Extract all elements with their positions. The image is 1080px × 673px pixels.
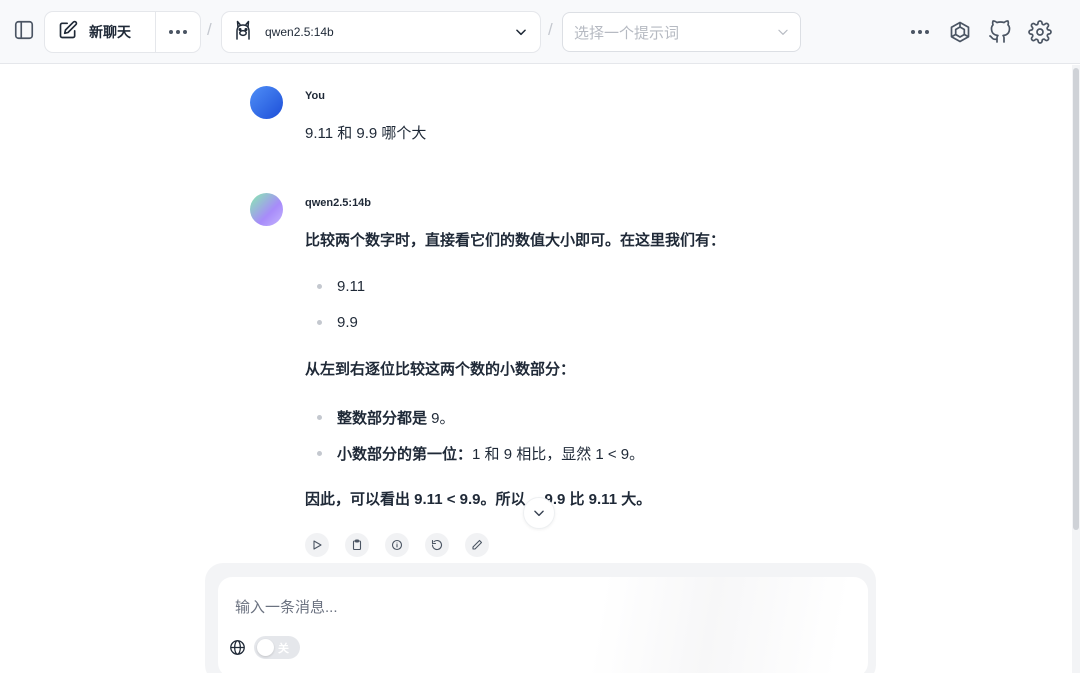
edit-message-button[interactable]: [465, 533, 489, 557]
settings-button[interactable]: [1026, 18, 1054, 46]
list-item-text: 9.11: [337, 278, 366, 295]
new-chat-label: 新聊天: [89, 24, 131, 40]
list-item-rest: 9。: [427, 410, 455, 427]
list-item-text: 整数部分都是 9。: [337, 407, 455, 428]
edit-icon: [58, 20, 78, 45]
web-search-toggle[interactable]: 关: [254, 636, 300, 659]
list-item: 整数部分都是 9。: [317, 407, 455, 428]
list-item-rest: 1 和 9 相比，显然 1 < 9。: [472, 446, 645, 463]
list-item-text: 小数部分的第一位：1 和 9 相比，显然 1 < 9。: [337, 443, 644, 464]
prompt-selector-placeholder: 选择一个提示词: [574, 24, 680, 42]
assistant-conclusion: 因此，可以看出 9.11 < 9.9。所以 9.9 比 9.11 大。: [305, 490, 651, 510]
breadcrumb-separator: /: [207, 20, 212, 39]
new-chat-button[interactable]: 新聊天: [45, 12, 156, 52]
chevron-down-icon: [514, 25, 528, 44]
info-icon: [391, 539, 403, 551]
regenerate-button[interactable]: [425, 533, 449, 557]
bullet-icon: [317, 451, 322, 456]
list-item-text: 9.9: [337, 314, 358, 331]
prompt-selector[interactable]: 选择一个提示词: [562, 12, 801, 52]
bullet-icon: [317, 415, 322, 420]
assistant-intro: 比较两个数字时，直接看它们的数值大小即可。在这里我们有：: [305, 232, 726, 249]
scroll-to-bottom-button[interactable]: [523, 497, 555, 529]
model-name: qwen2.5:14b: [265, 25, 334, 39]
top-bar: 新聊天 / qwen2.5:14b / 选择一个提示词: [0, 0, 1080, 64]
user-message-text: 9.11 和 9.9 哪个大: [305, 125, 427, 142]
model-selector[interactable]: qwen2.5:14b: [221, 11, 541, 53]
gear-icon: [1028, 20, 1052, 44]
chat-more-button[interactable]: [156, 12, 200, 52]
toggle-label: 关: [278, 643, 289, 655]
chevron-down-icon: [534, 510, 544, 517]
list-item-bold: 小数部分的第一位：: [337, 446, 473, 463]
scrollbar-thumb[interactable]: [1073, 68, 1079, 530]
refresh-icon: [431, 539, 443, 551]
openai-icon[interactable]: [946, 18, 974, 46]
list-item: 9.11: [317, 278, 365, 295]
assistant-avatar: [250, 193, 283, 226]
message-input[interactable]: 输入一条消息...: [235, 596, 338, 617]
more-horizontal-icon: [169, 30, 187, 34]
chevron-down-icon: [776, 25, 790, 44]
list-item: 小数部分的第一位：1 和 9 相比，显然 1 < 9。: [317, 443, 644, 464]
copy-button[interactable]: [345, 533, 369, 557]
list-item: 9.9: [317, 314, 358, 331]
pencil-icon: [472, 539, 483, 550]
play-icon: [313, 540, 322, 550]
more-horizontal-icon: [911, 30, 929, 34]
sidebar-toggle-icon[interactable]: [10, 14, 38, 46]
message-composer[interactable]: 输入一条消息... 关: [218, 577, 868, 673]
conclusion-part-b: 9.9 比 9.11 大。: [544, 491, 652, 508]
more-options-button[interactable]: [908, 20, 932, 44]
assistant-sender-name: qwen2.5:14b: [305, 197, 372, 209]
new-chat-group: 新聊天: [44, 11, 201, 53]
toggle-knob: [257, 639, 274, 656]
conclusion-part-a: 因此，可以看出 9.11 < 9.9。所以: [305, 491, 526, 508]
user-avatar: [250, 86, 283, 119]
breadcrumb-separator: /: [548, 20, 553, 39]
clipboard-icon: [352, 539, 362, 551]
generation-info-button[interactable]: [385, 533, 409, 557]
user-sender-name: You: [305, 90, 325, 102]
ollama-llama-icon: [233, 19, 253, 46]
list-item-bold: 整数部分都是: [337, 410, 428, 427]
read-aloud-button[interactable]: [305, 533, 329, 557]
assistant-step-heading: 从左到右逐位比较这两个数的小数部分：: [305, 361, 576, 378]
github-icon[interactable]: [986, 18, 1014, 46]
bullet-icon: [317, 320, 322, 325]
bullet-icon: [317, 284, 322, 289]
message-actions: [305, 533, 489, 557]
globe-icon[interactable]: [227, 637, 247, 657]
